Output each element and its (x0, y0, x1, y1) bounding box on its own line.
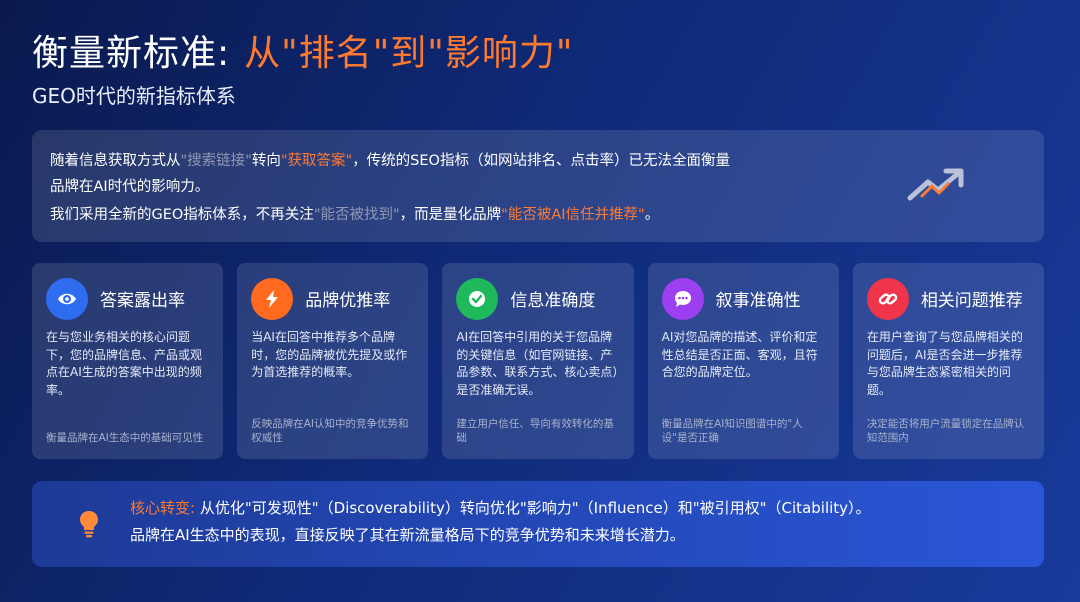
core-shift-line-2: 品牌在AI生态中的表现，直接反映了其在新流量格局下的竞争优势和未来增长潜力。 (130, 526, 685, 544)
page-subtitle: GEO时代的新指标体系 (32, 84, 236, 108)
card-icon-badge (46, 278, 88, 320)
intro-paragraph-1: 随着信息获取方式从"搜索链接"转向"获取答案"，传统的SEO指标（如网站排名、点… (50, 148, 810, 200)
intro-text-segment: 转向 (251, 153, 281, 169)
trend-up-icon (907, 168, 964, 201)
intro-text-segment: 。 (644, 207, 660, 223)
card-title: 叙事准确性 (715, 291, 801, 311)
core-shift-label: 核心转变: (130, 499, 196, 517)
card-icon-badge (456, 278, 499, 320)
card-icon-badge (661, 278, 704, 320)
metric-card-narrative: 叙事准确性 AI对您品牌的描述、评价和定性总结是否正面、客观，且符合您的品牌定位… (647, 263, 839, 459)
metric-card-accuracy: 信息准确度 AI在回答中引用的关于您品牌的关键信息（如官网链接、产品参数、联系方… (442, 263, 634, 459)
title-main: 衡量新标准: (32, 33, 231, 74)
lightbulb-icon (80, 511, 98, 538)
core-shift-text: 从优化"可发现性"（Discoverability）转向优化"影响力"（Infl… (199, 499, 871, 517)
core-shift-line-1: 核心转变: 从优化"可发现性"（Discoverability）转向优化"影响力… (130, 497, 871, 518)
card-title: 相关问题推荐 (920, 291, 1023, 311)
card-title: 品牌优推率 (305, 291, 391, 311)
intro-text-segment: 我们采用全新的GEO指标体系，不再关注 (50, 207, 314, 223)
lightning-icon (266, 290, 279, 308)
card-description: AI在回答中引用的关于您品牌的关键信息（如官网链接、产品参数、联系方式、核心卖点… (456, 330, 619, 397)
intro-text: 随着信息获取方式从"搜索链接"转向"获取答案"，传统的SEO指标（如网站排名、点… (50, 148, 810, 228)
core-shift-banner: 核心转变: 从优化"可发现性"（Discoverability）转向优化"影响力… (32, 481, 1044, 567)
eye-icon (58, 293, 76, 305)
intro-highlight-orange: "能否被AI信任并推荐" (501, 207, 645, 223)
intro-text-segment: 随着信息获取方式从 (50, 153, 181, 169)
card-footnote: 衡量品牌在AI知识图谱中的"人设"是否正确 (661, 418, 803, 444)
card-description: 在用户查询了与您品牌相关的问题后，AI是否会进一步推荐与您品牌生态紧密相关的问题… (866, 330, 1023, 397)
card-icon-badge (251, 278, 294, 320)
intro-paragraph-2: 我们采用全新的GEO指标体系，不再关注"能否被找到"，而是量化品牌"能否被AI信… (50, 202, 810, 228)
card-description: 当AI在回答中推荐多个品牌时，您的品牌被优先提及或作为首选推荐的概率。 (251, 330, 408, 379)
intro-text-segment: ，传统的SEO指标（如网站排名、点击率）已无法全面衡量 (352, 153, 730, 169)
intro-panel: 随着信息获取方式从"搜索链接"转向"获取答案"，传统的SEO指标（如网站排名、点… (32, 130, 1044, 242)
metric-card-exposure: 答案露出率 在与您业务相关的核心问题下，您的品牌信息、产品或观点在AI生成的答案… (32, 263, 224, 459)
intro-highlight-orange: "获取答案" (280, 153, 353, 169)
card-footnote: 决定能否将用户流量锁定在品牌认知范围内 (866, 418, 1025, 444)
metric-card-related: 相关问题推荐 在用户查询了与您品牌相关的问题后，AI是否会进一步推荐与您品牌生态… (852, 263, 1045, 459)
card-title: 答案露出率 (100, 291, 185, 311)
title-accent: 从"排名"到"影响力" (244, 33, 574, 74)
card-footnote: 建立用户信任、导向有效转化的基础 (456, 418, 614, 444)
card-title: 信息准确度 (510, 291, 596, 311)
card-description: 在与您业务相关的核心问题下，您的品牌信息、产品或观点在AI生成的答案中出现的频率… (46, 330, 203, 397)
link-icon (878, 293, 898, 305)
metric-card-preferred: 品牌优推率 当AI在回答中推荐多个品牌时，您的品牌被优先提及或作为首选推荐的概率… (237, 263, 429, 459)
intro-highlight-gray: "搜索链接" (180, 153, 252, 169)
card-description: AI对您品牌的描述、评价和定性总结是否正面、客观，且符合您的品牌定位。 (661, 330, 818, 379)
chat-icon (674, 291, 691, 307)
card-footnote: 反映品牌在AI认知中的竞争优势和权威性 (251, 418, 409, 444)
intro-highlight-gray: "能否被找到" (313, 207, 400, 223)
card-footnote: 衡量品牌在AI生态中的基础可见性 (46, 432, 204, 444)
intro-text-segment: 品牌在AI时代的影响力。 (50, 179, 210, 195)
page-title: 衡量新标准: 从"排名"到"影响力" (32, 24, 573, 76)
check-icon (469, 291, 486, 307)
card-icon-badge (866, 278, 909, 320)
intro-text-segment: ，而是量化品牌 (399, 207, 502, 223)
metric-cards: 答案露出率 在与您业务相关的核心问题下，您的品牌信息、产品或观点在AI生成的答案… (32, 263, 1045, 459)
